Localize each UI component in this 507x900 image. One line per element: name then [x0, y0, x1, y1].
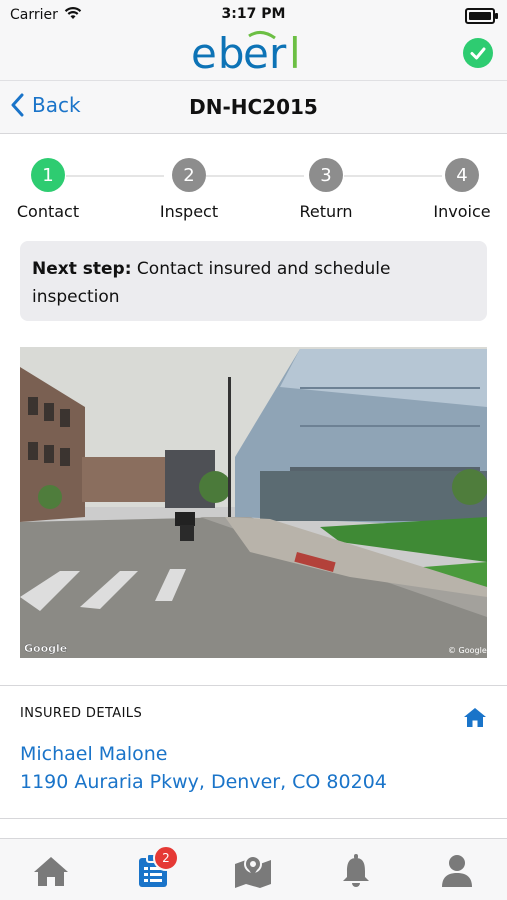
step-number: 1: [31, 158, 65, 192]
step-return[interactable]: 3 Return: [281, 150, 371, 221]
progress-steps: 1 Contact 2 Inspect 3 Return 4 Invoice: [0, 150, 507, 230]
step-label: Contact: [16, 202, 80, 221]
clock: 3:17 PM: [221, 6, 286, 22]
street-view-image[interactable]: Google © Google: [20, 347, 487, 658]
next-step-prefix: Next step:: [32, 259, 132, 279]
tab-profile[interactable]: [437, 851, 477, 891]
bell-icon: [343, 854, 369, 887]
step-contact[interactable]: 1 Contact: [3, 150, 93, 221]
insured-details-heading: INSURED DETAILS: [20, 706, 143, 721]
copyright-watermark: © Google: [448, 646, 487, 655]
step-label: Return: [299, 202, 353, 221]
svg-text:e: e: [243, 30, 270, 78]
tab-home[interactable]: [31, 851, 71, 891]
step-label: Inspect: [159, 202, 219, 221]
status-bar: Carrier 3:17 PM: [0, 0, 507, 28]
section-divider: [0, 818, 507, 819]
check-circle-icon[interactable]: [463, 38, 493, 68]
tab-bar: 2: [0, 838, 507, 900]
tab-claims[interactable]: 2: [133, 845, 179, 891]
tab-notifications[interactable]: [336, 851, 376, 891]
step-inspect[interactable]: 2 Inspect: [144, 150, 234, 221]
notification-badge: 2: [153, 845, 179, 871]
home-icon[interactable]: [463, 706, 487, 732]
insured-address-link[interactable]: 1190 Auraria Pkwy, Denver, CO 80204: [20, 771, 387, 793]
user-icon: [442, 855, 472, 887]
svg-text:l: l: [289, 30, 302, 78]
step-label: Invoice: [433, 202, 491, 221]
step-number: 3: [309, 158, 343, 192]
insured-name-link[interactable]: Michael Malone: [20, 743, 167, 765]
insured-details-section: INSURED DETAILS Michael Malone 1190 Aura…: [0, 686, 507, 814]
map-pin-icon: [235, 855, 271, 888]
brand-header: eb e r l: [0, 28, 507, 80]
eberl-logo-mark: eb e r l: [191, 29, 302, 78]
next-step-banner: Next step: Contact insured and schedule …: [20, 241, 487, 321]
navigation-bar: Back DN-HC2015: [0, 80, 507, 134]
battery-icon: [465, 8, 498, 24]
tab-map[interactable]: [233, 851, 273, 891]
step-number: 4: [445, 158, 479, 192]
step-number: 2: [172, 158, 206, 192]
app-screen: Carrier 3:17 PM eb e r l Back DN-HC2015 …: [0, 0, 507, 900]
claim-title: DN-HC2015: [189, 95, 318, 119]
step-invoice[interactable]: 4 Invoice: [417, 150, 507, 221]
google-watermark: Google: [24, 642, 67, 655]
home-icon: [34, 857, 68, 886]
svg-text:eb: eb: [191, 30, 246, 78]
